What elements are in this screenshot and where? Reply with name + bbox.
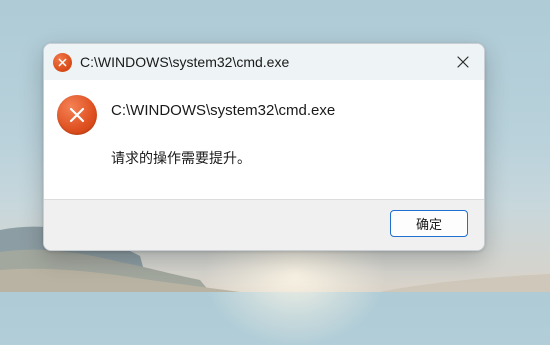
dialog-content: C:\WINDOWS\system32\cmd.exe 请求的操作需要提升。 (44, 80, 484, 199)
ok-button[interactable]: 确定 (390, 210, 468, 237)
error-icon (53, 52, 72, 72)
close-button[interactable] (442, 44, 484, 80)
error-icon (57, 95, 97, 135)
dialog-title: C:\WINDOWS\system32\cmd.exe (80, 54, 290, 70)
dialog-footer: 确定 (44, 199, 484, 250)
error-dialog: C:\WINDOWS\system32\cmd.exe C:\WINDOWS\s… (43, 43, 485, 251)
close-icon (457, 56, 469, 68)
message-body: 请求的操作需要提升。 (111, 151, 251, 167)
dialog-titlebar: C:\WINDOWS\system32\cmd.exe (44, 44, 484, 80)
message-heading: C:\WINDOWS\system32\cmd.exe (111, 102, 336, 119)
